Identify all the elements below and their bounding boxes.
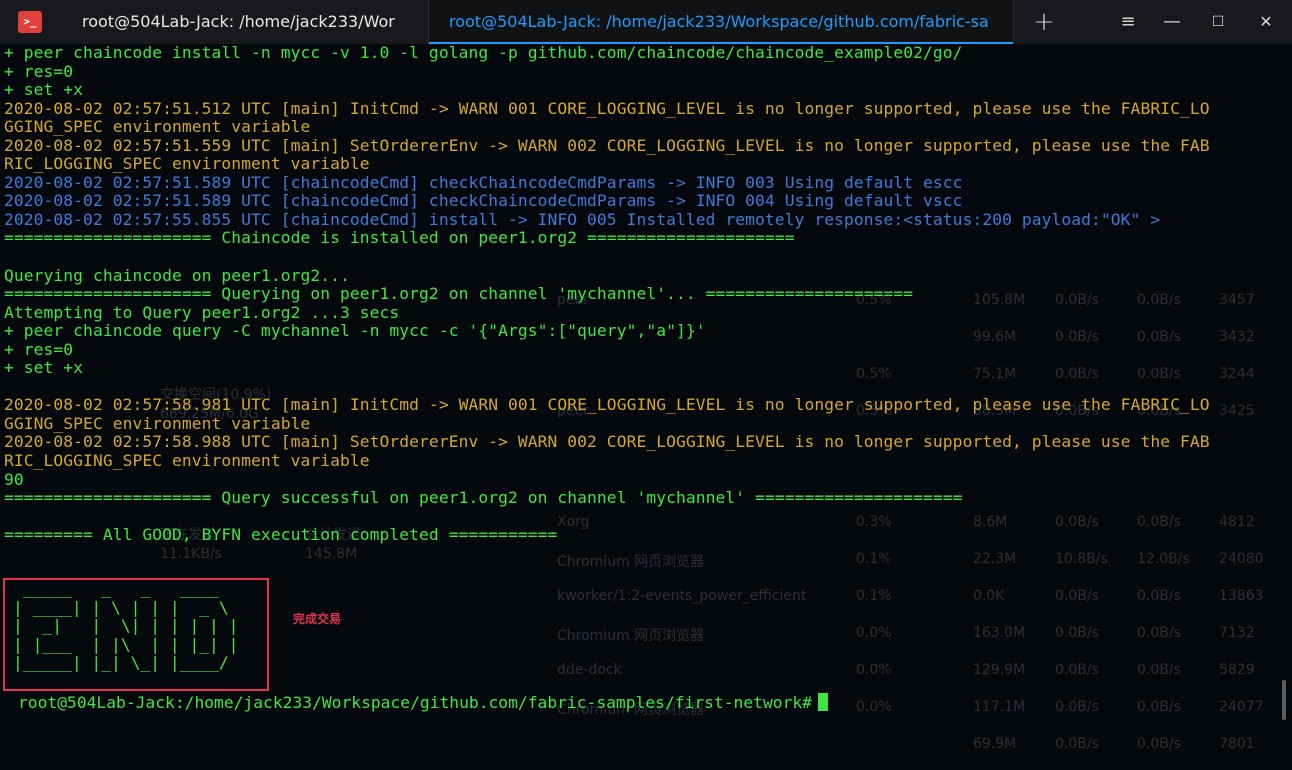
terminal-line: + res=0 <box>4 61 74 81</box>
ghost-process-r: 0.0B/s <box>1137 588 1181 604</box>
terminal-line: + set +x <box>4 358 84 378</box>
ghost-process-mem: 69.9M <box>973 736 1017 752</box>
terminal-line: 2020-08-02 02:57:51.512 UTC [main] InitC… <box>4 98 1210 118</box>
ghost-process-r: 0.0B/s <box>1137 699 1181 715</box>
ghost-process-w: 0.0B/s <box>1055 699 1099 715</box>
ghost-process-pid: 24077 <box>1219 699 1264 715</box>
end-banner-highlight: _____ _ _ ____ | ____| | \ | | | _ \ | _… <box>3 578 269 691</box>
terminal-line: RIC_LOGGING_SPEC environment variable <box>4 154 370 174</box>
terminal-line: Attempting to Query peer1.org2 ...3 secs <box>4 302 400 322</box>
annotation-label: 完成交易 <box>293 612 342 626</box>
terminal-line: + set +x <box>4 80 84 100</box>
maximize-button[interactable]: ☐ <box>1196 0 1240 44</box>
terminal-line: ===================== Query successful o… <box>4 488 963 508</box>
ghost-process-name: Chromium 网页浏览器 <box>557 628 705 644</box>
ghost-process-r: 12.0B/s <box>1137 551 1190 567</box>
ghost-process-name: kworker/1:2-events_power_efficient <box>557 588 807 604</box>
terminal-line: Querying chaincode on peer1.org2... <box>4 265 350 285</box>
ghost-process-pid: 7132 <box>1219 625 1255 641</box>
ghost-label: 11.1KB/s <box>160 546 222 562</box>
ghost-process-cpu: 0.0% <box>856 699 892 715</box>
minimize-button[interactable]: — <box>1150 0 1194 44</box>
title-bar: >_ root@504Lab-Jack: /home/jack233/Wor r… <box>0 0 1292 45</box>
ghost-process-cpu: 0.0% <box>856 625 892 641</box>
ghost-process-mem: 129.9M <box>973 662 1026 678</box>
terminal-line: + peer chaincode query -C mychannel -n m… <box>4 321 706 341</box>
terminal-line: 2020-08-02 02:57:51.559 UTC [main] SetOr… <box>4 135 1210 155</box>
ghost-process-w: 10.8B/s <box>1055 551 1108 567</box>
terminal-line: + peer chaincode install -n mycc -v 1.0 … <box>4 43 963 62</box>
terminal-lines: + peer chaincode install -n mycc -v 1.0 … <box>4 43 1288 545</box>
terminal-line: 90 <box>4 469 24 489</box>
menu-icon[interactable]: ≡ <box>1106 0 1150 44</box>
ghost-process-mem: 0.0K <box>973 588 1005 604</box>
text-cursor <box>817 693 828 711</box>
terminal-line: 2020-08-02 02:57:58.981 UTC [main] InitC… <box>4 395 1210 415</box>
ghost-process-mem: 163.0M <box>973 625 1026 641</box>
terminal-line: GGING_SPEC environment variable <box>4 413 311 433</box>
terminal-line: 2020-08-02 02:57:51.589 UTC [chaincodeCm… <box>4 172 963 192</box>
terminal-line: 2020-08-02 02:57:51.589 UTC [chaincodeCm… <box>4 191 963 211</box>
tab-terminal-1[interactable]: root@504Lab-Jack: /home/jack233/Wor <box>82 0 414 44</box>
ghost-process-pid: 7801 <box>1219 736 1255 752</box>
ghost-process-pid: 5829 <box>1219 662 1255 678</box>
ghost-process-r: 0.0B/s <box>1137 736 1181 752</box>
ghost-process-cpu: 0.1% <box>856 551 892 567</box>
scrollbar[interactable] <box>1282 680 1286 720</box>
prompt-text: root@504Lab-Jack:/home/jack233/Workspace… <box>18 693 812 712</box>
ghost-process-r: 0.0B/s <box>1137 662 1181 678</box>
ghost-process-name: Chromium 网页浏览器 <box>557 554 705 570</box>
terminal-line: RIC_LOGGING_SPEC environment variable <box>4 451 370 471</box>
ghost-process-pid: 24080 <box>1219 551 1264 567</box>
ghost-process-mem: 117.1M <box>973 699 1026 715</box>
ghost-process-w: 0.0B/s <box>1055 736 1099 752</box>
ghost-process-w: 0.0B/s <box>1055 625 1099 641</box>
terminal-line: GGING_SPEC environment variable <box>4 117 311 137</box>
terminal-output[interactable]: 交换空间(10.9%) 669.25M/6.0G 正在发送 总计发送 11.1KB/s 1… <box>0 43 1292 752</box>
terminal-line: ===================== Querying on peer1.… <box>4 284 914 304</box>
ghost-process-r: 0.0B/s <box>1137 625 1181 641</box>
close-button[interactable]: ✕ <box>1244 0 1288 44</box>
ghost-process-mem: 22.3M <box>973 551 1017 567</box>
tab-terminal-2-active[interactable]: root@504Lab-Jack: /home/jack233/Workspac… <box>428 0 1014 44</box>
terminal-line: 2020-08-02 02:57:55.855 UTC [chaincodeCm… <box>4 209 1161 229</box>
terminal-line: + res=0 <box>4 339 74 359</box>
ghost-process-name: dde-dock <box>557 662 622 678</box>
ghost-process-w: 0.0B/s <box>1055 588 1099 604</box>
terminal-app-icon: >_ <box>18 11 42 33</box>
ghost-process-w: 0.0B/s <box>1055 662 1099 678</box>
ghost-label: 145.8M <box>305 546 358 562</box>
terminal-line: ===================== Chaincode is insta… <box>4 228 795 248</box>
shell-prompt[interactable]: root@504Lab-Jack:/home/jack233/Workspace… <box>18 693 828 713</box>
terminal-line: ========= All GOOD, BYFN execution compl… <box>4 525 558 545</box>
end-ascii-art: _____ _ _ ____ | ____| | \ | | | _ \ | _… <box>13 579 239 673</box>
ghost-process-cpu: 0.0% <box>856 662 892 678</box>
terminal-line: 2020-08-02 02:57:58.988 UTC [main] SetOr… <box>4 432 1210 452</box>
ghost-process-cpu: 0.1% <box>856 588 892 604</box>
new-tab-button[interactable]: + <box>1022 0 1066 44</box>
ghost-process-pid: 13863 <box>1219 588 1264 604</box>
